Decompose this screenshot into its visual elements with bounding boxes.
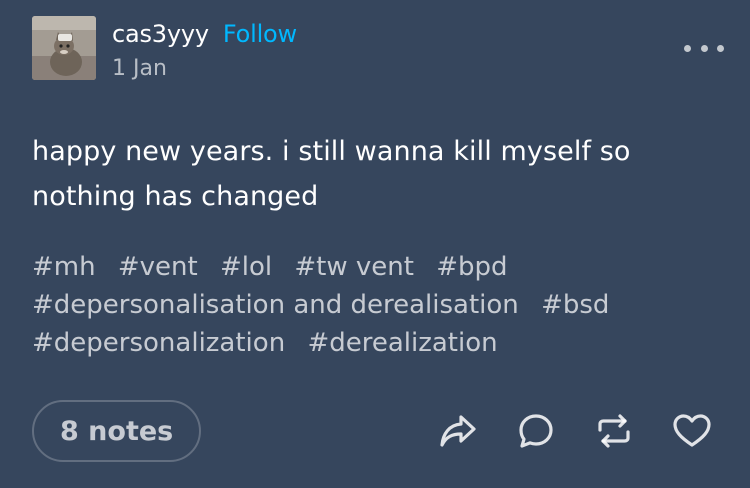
more-dot (717, 44, 724, 52)
more-options-icon[interactable] (684, 36, 724, 60)
post-actions (438, 411, 712, 451)
like-icon[interactable] (672, 411, 712, 451)
tags-row: #depersonalisation and derealisation #bs… (32, 286, 722, 324)
tag-link[interactable]: #derealization (307, 328, 497, 358)
avatar-image (32, 16, 96, 80)
header-text: cas3yyy Follow 1 Jan (112, 16, 297, 84)
post-tags: #mh #vent #lol #tw vent #bpd #depersonal… (32, 248, 722, 362)
tag-link[interactable]: #bsd (541, 290, 609, 320)
post-text-line: nothing has changed (32, 181, 319, 212)
post-header: cas3yyy Follow 1 Jan (32, 16, 297, 81)
post-body: happy new years. i still wanna kill myse… (32, 129, 692, 219)
author-username[interactable]: cas3yyy (112, 18, 209, 50)
post-date[interactable]: 1 Jan (112, 54, 297, 84)
reblog-icon[interactable] (594, 411, 634, 451)
tag-link[interactable]: #bpd (436, 252, 507, 282)
tag-link[interactable]: #vent (118, 252, 198, 282)
tags-row: #mh #vent #lol #tw vent #bpd (32, 248, 722, 286)
tag-link[interactable]: #tw vent (294, 252, 414, 282)
post-card: cas3yyy Follow 1 Jan happy new years. i … (0, 0, 750, 488)
tag-link[interactable]: #lol (220, 252, 272, 282)
more-dot (684, 44, 691, 52)
post-text-line: happy new years. i still wanna kill myse… (32, 136, 631, 167)
tag-link[interactable]: #mh (32, 252, 96, 282)
tag-link[interactable]: #depersonalisation and derealisation (32, 290, 519, 320)
name-row: cas3yyy Follow (112, 18, 297, 50)
share-icon[interactable] (438, 411, 478, 451)
follow-button[interactable]: Follow (223, 18, 297, 50)
more-dot (700, 44, 708, 52)
avatar[interactable] (32, 16, 96, 80)
tags-row: #depersonalization #derealization (32, 324, 722, 362)
reply-icon[interactable] (516, 411, 556, 451)
tag-link[interactable]: #depersonalization (32, 328, 285, 358)
post-footer: 8 notes (32, 398, 722, 464)
notes-button[interactable]: 8 notes (32, 400, 202, 462)
